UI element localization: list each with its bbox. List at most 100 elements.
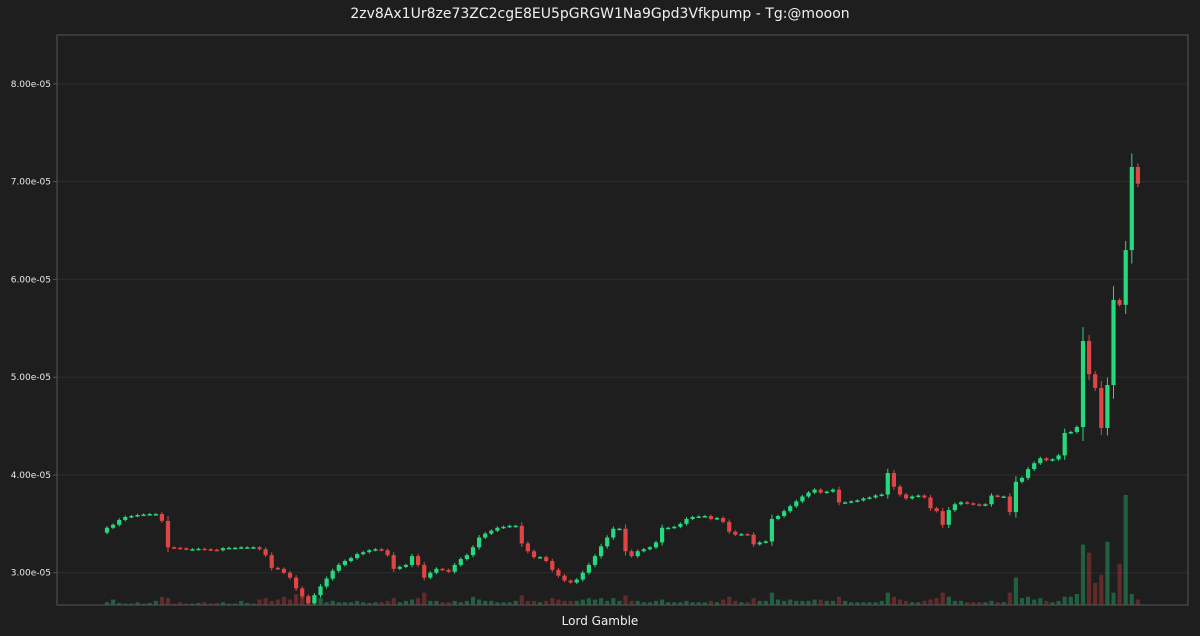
volume-bar [775,599,781,605]
candle-body [111,524,116,528]
candle [1026,466,1031,481]
volume-bar [782,600,787,605]
candle-body [294,577,299,589]
volume-bar [239,600,244,605]
candle-body [922,495,927,498]
candle-body [483,533,488,538]
volume-bar [1007,592,1012,605]
candle [257,546,262,551]
volume-bar [733,600,738,605]
volume-bar [477,599,482,605]
candle [849,500,854,504]
candle [1111,286,1116,399]
candle [989,493,994,507]
candle-body [721,517,726,522]
candle-body [794,501,799,507]
candle [391,552,396,572]
candle [245,546,250,549]
volume-bar [751,598,756,605]
volume-bar [586,598,591,605]
candle-body [824,491,829,494]
candle-body [843,502,848,504]
volume-bar [1038,598,1043,605]
candle [348,556,354,563]
candle-body [733,531,738,535]
volume-bar [294,594,299,605]
volume-bar [635,600,640,605]
candle-body [855,500,860,502]
candle [629,549,634,558]
candle-body [989,495,994,505]
candle-body [458,559,463,565]
candle-body [306,596,311,604]
candle-body [269,555,274,568]
y-tick-label: 3.00e-05 [11,569,51,579]
candle-body [928,497,933,509]
candle [617,527,622,531]
candle-body [556,569,561,576]
volume-bar [580,599,585,605]
volume-bar [623,595,628,605]
candle-body [599,546,604,557]
volume-bar [153,600,158,605]
y-tick-label: 8.00e-05 [11,80,51,90]
volume-bar [525,600,530,605]
candle-body [690,517,695,519]
candle [739,533,744,536]
candle-body [178,547,183,550]
candle-body [409,556,415,565]
volume-bar [544,600,549,605]
candle [525,541,530,554]
volume-bar [1105,541,1110,605]
volume-bar [788,599,793,605]
volume-bar [897,599,903,605]
volume-bar [165,598,171,605]
candle [489,529,494,536]
candle [330,568,335,581]
candle-body [617,528,622,531]
candle-body [1038,458,1043,464]
y-tick-label: 6.00e-05 [11,275,51,285]
volume-bar [513,600,518,605]
candle [562,573,567,583]
candle [1099,380,1104,436]
candle-body [141,514,146,517]
volume-bar [489,600,494,605]
candle-body [714,517,720,520]
candle-body [324,578,329,587]
candle [544,555,549,563]
candle-body [763,541,768,543]
volume-bar [806,600,811,605]
candle-body [257,547,262,550]
candle [458,557,463,567]
candle [251,546,256,549]
volume-bar [989,600,994,605]
candle [672,525,677,529]
candle-body [1123,250,1128,305]
candle [239,546,244,549]
volume-bar [879,600,884,605]
candle [873,494,878,499]
volume-bar [1013,577,1018,605]
candle-body [580,572,585,580]
volume-bar [757,600,762,605]
candle-body [934,508,939,512]
candle [891,469,896,490]
candle-body [135,515,140,517]
candle-body [452,564,457,572]
candle [702,514,707,518]
candle-body [751,534,756,545]
candle-body [104,527,110,533]
candle-body [757,542,762,545]
candle-body [958,502,964,505]
candle-body [1105,385,1110,429]
volume-bar [818,599,823,605]
candle [483,532,488,540]
candle-body [983,504,988,506]
candle [696,515,701,519]
candle [165,515,171,553]
candle-body [416,556,421,565]
volume-bar [843,600,848,605]
volume-bar [940,592,945,605]
candle-body [696,516,701,519]
